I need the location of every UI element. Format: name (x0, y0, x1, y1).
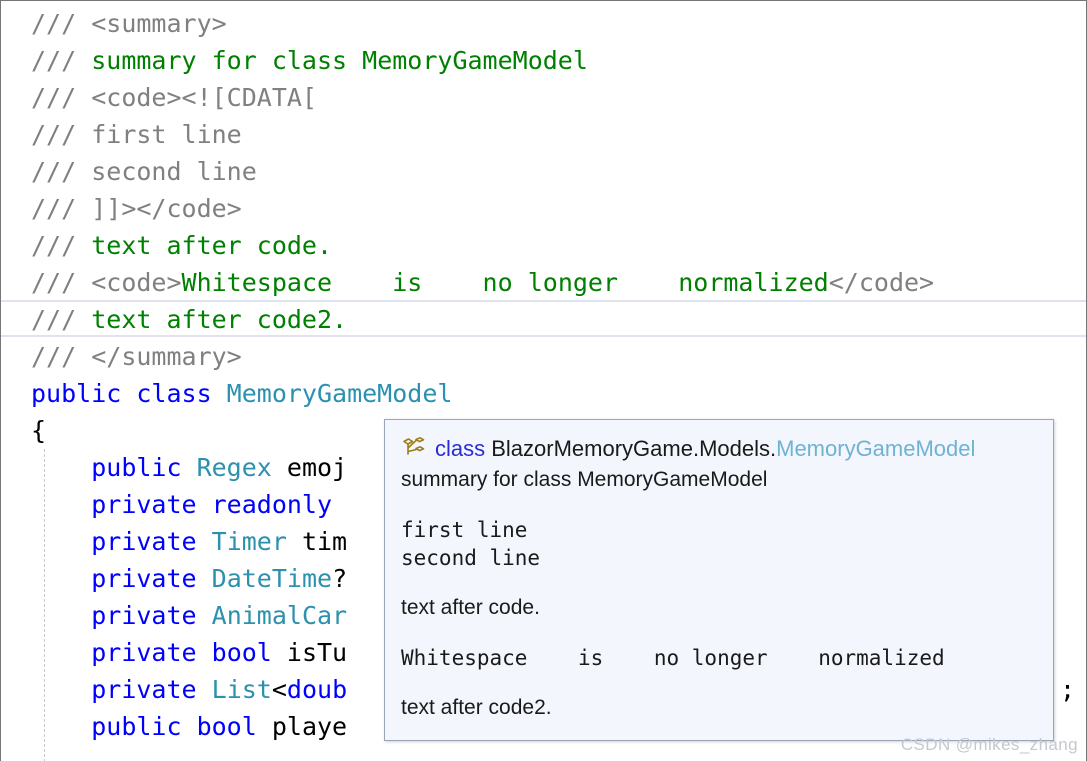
brace-open: { (31, 416, 47, 445)
doc-line-summary-close[interactable]: /// </summary> (1, 338, 1086, 375)
doc-slashes: /// (31, 305, 92, 334)
doc-line-whitespace-code[interactable]: /// <code>Whitespace is no longer normal… (1, 264, 1086, 301)
type-animalcard: AnimalCar (211, 601, 348, 630)
doc-line-text: second line (91, 157, 257, 186)
identifier-istu: isTu (286, 638, 348, 667)
type-regex: Regex (196, 453, 287, 482)
kw-public: public (91, 712, 197, 741)
kw-bool: bool (211, 638, 287, 667)
doc-line-summary-open[interactable]: /// <summary> (1, 5, 1086, 42)
doc-slashes: /// (31, 268, 92, 297)
type-datetime: DateTime (211, 564, 333, 593)
kw-public: public (91, 453, 197, 482)
kw-private: private (91, 601, 212, 630)
doc-code-content: Whitespace is no longer normalized (181, 268, 829, 297)
doc-code-open-tag: <code> (91, 268, 182, 297)
kw-class: class (136, 379, 227, 408)
identifier-timer: tim (301, 527, 348, 556)
doc-slashes: /// (31, 83, 92, 112)
doc-line-second-line[interactable]: /// second line (1, 153, 1086, 190)
doc-line-text: ]]></code> (91, 194, 242, 223)
code-line-class-decl[interactable]: public class MemoryGameModel (1, 375, 1086, 412)
doc-line-text-after-code[interactable]: /// text after code. (1, 227, 1086, 264)
doc-slashes: /// (31, 46, 92, 75)
doc-line-text-after-code2[interactable]: /// text after code2. (1, 301, 1086, 338)
identifier-emoji: emoj (286, 453, 348, 482)
quickinfo-paragraph-2: text after code2. (401, 696, 552, 719)
doc-line-text: <summary> (91, 9, 227, 38)
code-editor-window: /// <summary> /// summary for class Memo… (0, 0, 1087, 761)
quickinfo-type-name: MemoryGameModel (776, 436, 976, 461)
kw-double: doub (286, 675, 348, 704)
kw-private: private (91, 675, 212, 704)
watermark: CSDN @mikes_zhang (900, 735, 1078, 754)
doc-slashes: /// (31, 194, 92, 223)
doc-slashes: /// (31, 120, 92, 149)
kw-private: private (91, 527, 212, 556)
quickinfo-code-block-2: Whitespace is no longer normalized (401, 646, 945, 670)
doc-line-first-line[interactable]: /// first line (1, 116, 1086, 153)
type-memorygamemodel: MemoryGameModel (226, 379, 453, 408)
kw-bool: bool (196, 712, 272, 741)
angle-open: < (271, 675, 287, 704)
trailing-semicolon: ; (1060, 675, 1076, 704)
doc-line-text: <code><![CDATA[ (91, 83, 317, 112)
doc-line-text: text after code. (91, 231, 333, 260)
quickinfo-summary: summary for class MemoryGameModel (401, 468, 768, 491)
kw-public: public (31, 379, 137, 408)
type-timer: Timer (211, 527, 302, 556)
doc-line-text: summary for class MemoryGameModel (91, 46, 588, 75)
type-list: List (211, 675, 272, 704)
doc-slashes: /// (31, 342, 92, 371)
doc-slashes: /// (31, 9, 92, 38)
quickinfo-tooltip: class BlazorMemoryGame.Models. MemoryGame… (384, 419, 1054, 741)
nullable-marker: ? (332, 564, 348, 593)
quickinfo-code-block-1: first line second line (401, 518, 541, 570)
kw-private: private (91, 638, 212, 667)
quickinfo-header: class BlazorMemoryGame.Models. MemoryGame… (401, 434, 1037, 464)
kw-private-readonly: private readonly (91, 490, 348, 519)
doc-slashes: /// (31, 157, 92, 186)
doc-line-code-cdata-open[interactable]: /// <code><![CDATA[ (1, 79, 1086, 116)
doc-line-text: </summary> (91, 342, 242, 371)
quickinfo-keyword: class (435, 436, 486, 461)
quickinfo-namespace: BlazorMemoryGame.Models. (491, 436, 777, 461)
doc-line-cdata-close[interactable]: /// ]]></code> (1, 190, 1086, 227)
doc-code-close-tag: </code> (828, 268, 935, 297)
kw-private: private (91, 564, 212, 593)
identifier-playe: playe (271, 712, 348, 741)
doc-line-summary-text[interactable]: /// summary for class MemoryGameModel (1, 42, 1086, 79)
quickinfo-paragraph-1: text after code. (401, 596, 540, 619)
doc-line-text: text after code2. (91, 305, 348, 334)
doc-line-text: first line (91, 120, 242, 149)
doc-slashes: /// (31, 231, 92, 260)
class-icon (401, 437, 427, 461)
